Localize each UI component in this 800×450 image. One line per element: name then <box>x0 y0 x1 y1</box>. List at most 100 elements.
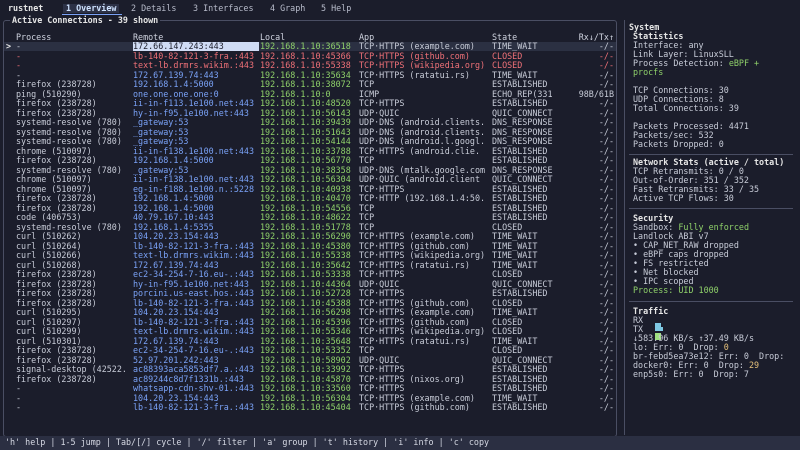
connection-row[interactable]: firefox (238728) lb-140-82-121-3-fra.:443… <box>4 299 616 308</box>
row-app: TCP·HTTPS <box>359 365 405 374</box>
row-remote: 172.67.139.74:443 <box>133 260 219 270</box>
header-local[interactable]: Local <box>260 33 356 42</box>
connection-row[interactable]: - 104.20.23.154:443 192.168.1.10:56304 TCP·… <box>4 394 616 403</box>
connection-row[interactable]: systemd-resolve (780) _gateway:53 192.168.… <box>4 118 616 127</box>
row-process: code (406753) <box>16 213 82 222</box>
row-process: chrome (510097) <box>16 184 92 194</box>
row-local: 192.168.1.10:51643 <box>260 127 351 137</box>
header-app[interactable]: App <box>359 33 489 42</box>
connection-row[interactable]: firefox (238728) porcini.us-east.hos.:443… <box>4 289 616 298</box>
row-app: ICMP <box>359 89 380 99</box>
separator <box>629 301 793 302</box>
connection-row[interactable]: curl (510262) 104.20.23.154:443 192.168.1.… <box>4 232 616 241</box>
row-process: firefox (238728) <box>16 355 97 365</box>
connection-row[interactable]: curl (510295) 104.20.23.154:443 192.168.1.… <box>4 308 616 317</box>
connection-row[interactable]: firefox (238728) 192.168.1.4:5000 192.168.… <box>4 156 616 165</box>
row-remote: 192.168.1.4:5000 <box>133 194 214 203</box>
row-rate: -/- <box>598 213 614 222</box>
connections-panel: Active Connections - 39 shown Process Re… <box>3 16 617 437</box>
connection-row[interactable]: systemd-resolve (780) _gateway:53 192.168.… <box>4 166 616 175</box>
connection-row[interactable]: firefox (238728) ec2-34-254-7-16.eu-.:443… <box>4 346 616 355</box>
connection-row[interactable]: curl (510297) lb-140-82-121-3-fra.:443 192… <box>4 318 616 327</box>
row-local: 192.168.1.10:56298 <box>260 308 351 317</box>
total-connections: Total Connections: 39 <box>633 103 739 113</box>
row-app: TCP·HTTPS (ratatui.rs) <box>359 260 470 270</box>
connection-row[interactable]: - 172.67.139.74:443 192.168.1.10:35634 TCP·… <box>4 71 616 80</box>
row-process: systemd-resolve (780) <box>16 127 122 137</box>
row-local: 192.168.1.10:56290 <box>260 232 351 241</box>
row-local: 192.168.1.10:38358 <box>260 165 351 175</box>
connection-row[interactable]: - lb-140-82-121-3-fra.:443 192.168.1.10:45… <box>4 403 616 412</box>
app-name: rustnet <box>8 3 44 13</box>
connection-row[interactable]: curl (510299) text-lb.drmrs.wikim.:443 192… <box>4 327 616 336</box>
tab-interfaces[interactable]: 3 Interfaces <box>193 4 254 13</box>
row-process: curl (510301) <box>16 336 82 346</box>
connection-row[interactable]: chrome (510097) eg-in-f188.1e100.n.:5228 1… <box>4 185 616 194</box>
connection-row[interactable]: firefox (238728) 52.97.201.242:443 192.168… <box>4 356 616 365</box>
row-app: TCP·HTTPS <box>359 184 405 194</box>
row-remote: whatsapp-cdn-shv-01.:443 <box>133 384 255 393</box>
connection-row[interactable]: firefox (238728) ec2-34-254-7-16.eu-.:443… <box>4 270 616 279</box>
row-rate: -/- <box>598 403 614 412</box>
row-process: firefox (238728) <box>16 99 97 108</box>
connection-row[interactable]: firefox (238728) ii-in-f113.1e100.net:443… <box>4 99 616 108</box>
tab-details[interactable]: 2 Details <box>131 4 176 13</box>
connection-row[interactable]: systemd-resolve (780) 192.168.1.4:5355 192… <box>4 223 616 232</box>
row-rate: -/- <box>598 203 614 213</box>
connection-row[interactable]: code (406753) 40.79.167.10:443 192.168.1.1… <box>4 213 616 222</box>
row-local: 192.168.1.10:38072 <box>260 80 351 89</box>
row-local: 192.168.1.10:45396 <box>260 317 351 327</box>
connection-row[interactable]: firefox (238728) hy-in-f95.1e100.net:443 1… <box>4 109 616 118</box>
connection-row[interactable]: systemd-resolve (780) _gateway:53 192.168.… <box>4 137 616 146</box>
connection-row[interactable]: chrome (510097) ii-in-f138.1e100.net:443 1… <box>4 147 616 156</box>
tab-help[interactable]: 5 Help <box>321 4 351 13</box>
connection-row[interactable]: ping (510290) one.one.one.one:0 192.168.1.… <box>4 90 616 99</box>
row-process: firefox (238728) <box>16 270 97 279</box>
tab-graph[interactable]: 4 Graph <box>270 4 305 13</box>
row-process: systemd-resolve (780) <box>16 165 122 175</box>
row-local: 192.168.1.10:33992 <box>260 365 351 374</box>
row-process: curl (510297) <box>16 317 82 327</box>
header-process[interactable]: Process <box>16 33 131 42</box>
column-headers: Process Remote Local App State Rx↓/Tx↑ <box>4 33 616 42</box>
row-rate: -/- <box>598 336 614 346</box>
connection-row[interactable]: curl (510266) text-lb.drmrs.wikim.:443 192… <box>4 251 616 260</box>
connection-row[interactable]: firefox (238728) 192.168.1.4:5000 192.168.… <box>4 204 616 213</box>
connection-row[interactable]: systemd-resolve (780) _gateway:53 192.168.… <box>4 128 616 137</box>
row-rate: -/- <box>598 251 614 260</box>
row-rate: -/- <box>598 80 614 89</box>
row-rate: 98B/61B <box>578 89 614 99</box>
row-app: TCP·HTTPS (ratatui.rs) <box>359 70 470 80</box>
row-rate: -/- <box>598 289 614 298</box>
row-remote: ec2-34-254-7-16.eu-.:443 <box>133 346 255 355</box>
tab-overview[interactable]: 1 Overview <box>63 4 120 13</box>
connection-row[interactable]: curl (510268) 172.67.139.74:443 192.168.1.… <box>4 261 616 270</box>
header-remote[interactable]: Remote <box>133 33 259 42</box>
connection-row[interactable]: - lb-140-82-121-3-fra.:443 192.168.1.10:45… <box>4 52 616 61</box>
row-local: 192.168.1.10:36518 <box>260 42 351 51</box>
row-remote: text-lb.drmrs.wikim.:443 <box>133 251 255 260</box>
row-app: TCP·HTTPS (github.com) <box>359 403 470 412</box>
connection-row[interactable]: > - 172.66.147.243:443 192.168.1.10:36518 TC… <box>4 42 616 51</box>
header-rate[interactable]: Rx↓/Tx↑ <box>564 33 614 42</box>
connection-row[interactable]: - whatsapp-cdn-shv-01.:443 192.168.1.10:33… <box>4 384 616 393</box>
row-rate: -/- <box>598 298 614 308</box>
row-remote: lb-140-82-121-3-fra.:443 <box>133 403 255 412</box>
connection-row[interactable]: firefox (238728) 192.168.1.4:5000 192.168.… <box>4 194 616 203</box>
connection-row[interactable]: chrome (510097) ii-in-f138.1e100.net:443 1… <box>4 175 616 184</box>
row-rate: -/- <box>598 241 614 251</box>
row-process: firefox (238728) <box>16 346 97 355</box>
connection-row[interactable]: - text-lb.drmrs.wikim.:443 192.168.1.10:55… <box>4 61 616 70</box>
connection-row[interactable]: signal-desktop (42522. ac88393aca5853df7.… <box>4 365 616 374</box>
connection-row[interactable]: curl (510301) 172.67.139.74:443 192.168.1.… <box>4 337 616 346</box>
connection-row[interactable]: firefox (238728) 192.168.1.4:5000 192.168.… <box>4 80 616 89</box>
row-local: 192.168.1.10:45388 <box>260 298 351 308</box>
connection-row[interactable]: curl (510264) lb-140-82-121-3-fra.:443 192… <box>4 242 616 251</box>
row-app: UDP·DNS (android.l.googl. <box>359 137 486 146</box>
connection-row[interactable]: firefox (238728) hy-in-f95.1e100.net:443 1… <box>4 280 616 289</box>
row-app: TCP·HTTPS (ratatui.rs) <box>359 336 470 346</box>
row-process: - <box>16 393 22 403</box>
row-app: TCP·HTTP (192.168.1.4:50. <box>359 194 486 203</box>
row-local: 192.168.1.10:33788 <box>260 146 351 156</box>
connection-row[interactable]: firefox (238728) ac89244c8d7f1331b.:443 19… <box>4 375 616 384</box>
